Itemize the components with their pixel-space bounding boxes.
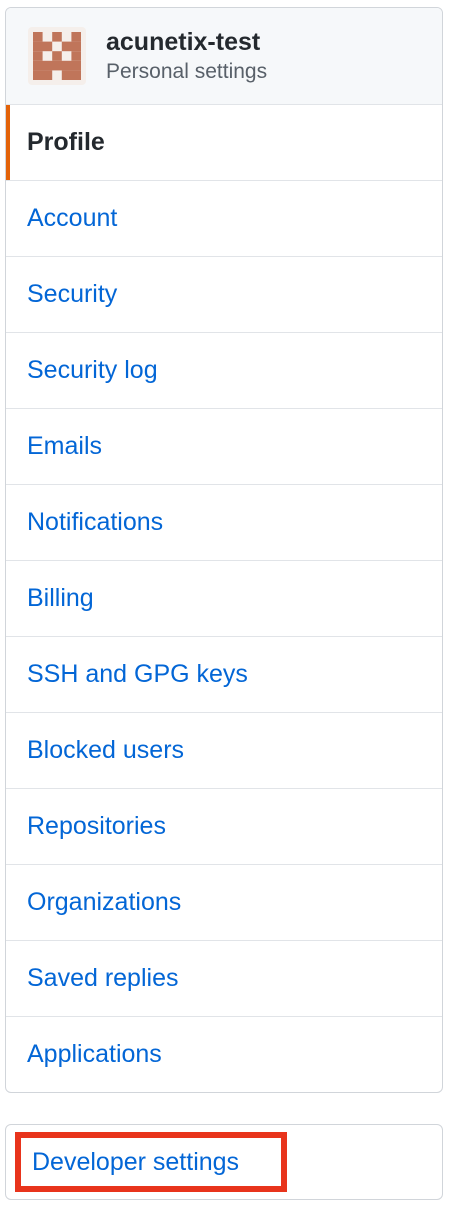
settings-header: acunetix-test Personal settings (6, 8, 442, 105)
menu-item-saved-replies[interactable]: Saved replies (6, 941, 442, 1017)
menu-item-account[interactable]: Account (6, 181, 442, 257)
menu-item-profile[interactable]: Profile (6, 105, 442, 181)
menu-item-repositories[interactable]: Repositories (6, 789, 442, 865)
developer-settings-panel: Developer settings (5, 1124, 443, 1200)
identicon-icon (33, 32, 81, 80)
settings-nav-panel: acunetix-test Personal settings Profile … (5, 7, 443, 1093)
developer-settings-link[interactable]: Developer settings (15, 1132, 287, 1192)
menu-item-applications[interactable]: Applications (6, 1017, 442, 1092)
menu-item-emails[interactable]: Emails (6, 409, 442, 485)
avatar[interactable] (28, 27, 86, 85)
settings-subtitle: Personal settings (106, 60, 268, 83)
header-text: acunetix-test Personal settings (106, 27, 267, 85)
menu-item-ssh-gpg-keys[interactable]: SSH and GPG keys (6, 637, 442, 713)
username[interactable]: acunetix-test (106, 27, 267, 57)
menu-item-billing[interactable]: Billing (6, 561, 442, 637)
menu-item-notifications[interactable]: Notifications (6, 485, 442, 561)
menu-item-organizations[interactable]: Organizations (6, 865, 442, 941)
menu-item-security[interactable]: Security (6, 257, 442, 333)
menu-item-security-log[interactable]: Security log (6, 333, 442, 409)
menu-item-blocked-users[interactable]: Blocked users (6, 713, 442, 789)
